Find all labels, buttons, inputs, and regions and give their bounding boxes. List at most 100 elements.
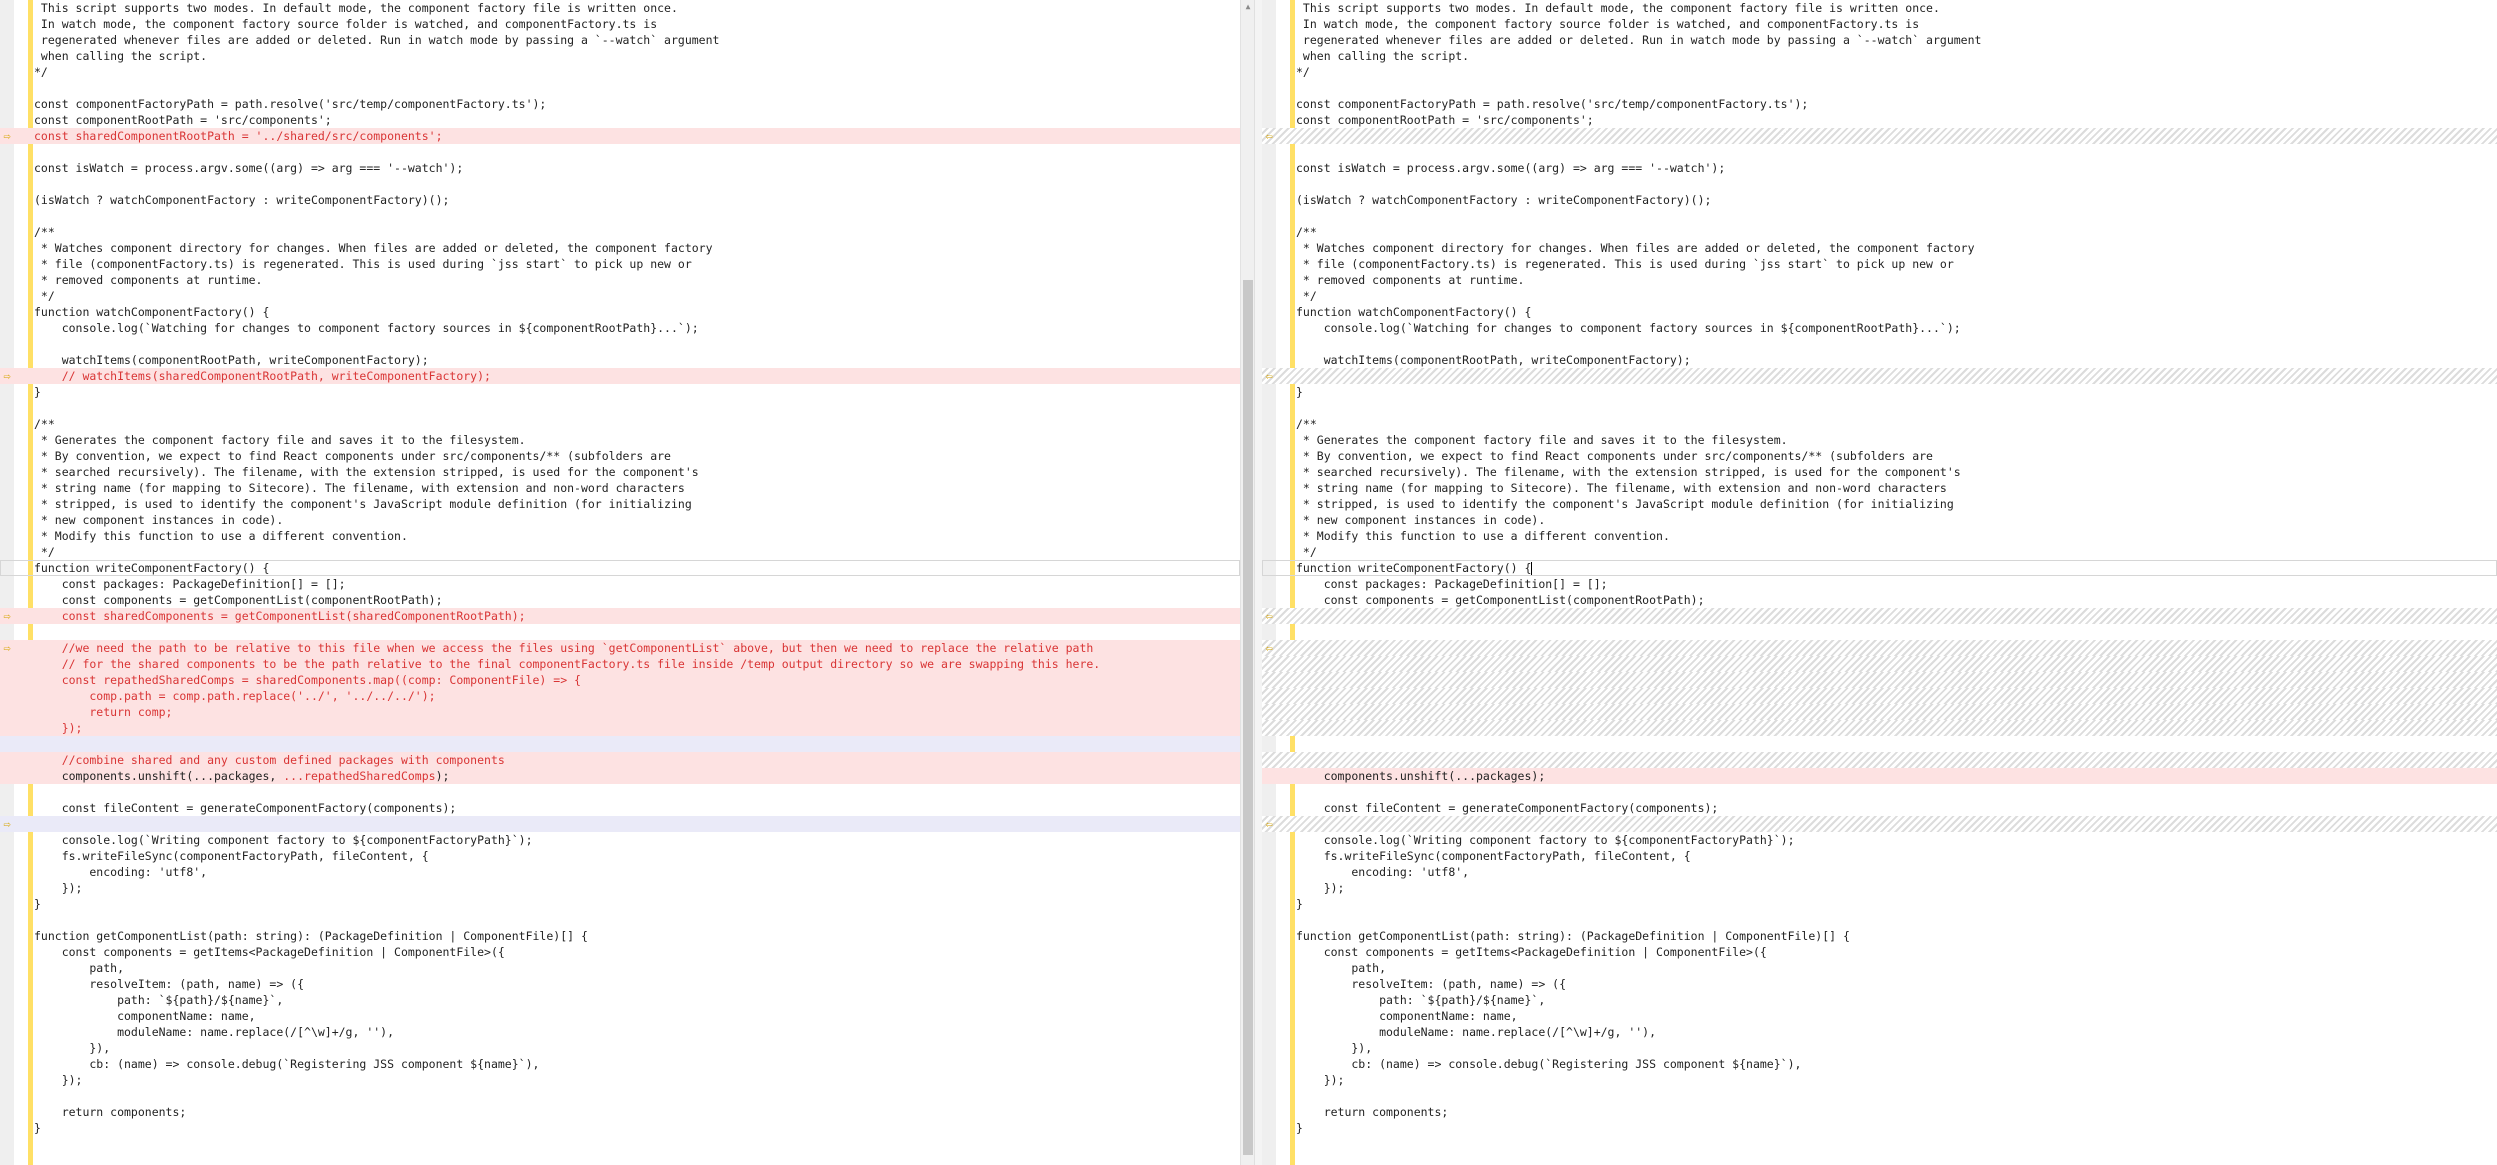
code-line[interactable]: encoding: 'utf8', (0, 864, 1240, 880)
code-line[interactable]: * searched recursively). The filename, w… (0, 464, 1240, 480)
code-line[interactable]: (isWatch ? watchComponentFactory : write… (0, 192, 1240, 208)
code-line[interactable]: function getComponentList(path: string):… (0, 928, 1240, 944)
code-line[interactable]: const componentFactoryPath = path.resolv… (1262, 96, 2497, 112)
code-line[interactable]: }); (1262, 880, 2497, 896)
code-line[interactable] (0, 144, 1240, 160)
code-line[interactable]: ⇦ (1262, 128, 2497, 144)
code-line[interactable]: ⇦ (1262, 816, 2497, 832)
code-line[interactable] (1262, 144, 2497, 160)
code-line[interactable]: * file (componentFactory.ts) is regenera… (0, 256, 1240, 272)
code-line[interactable]: * string name (for mapping to Sitecore).… (0, 480, 1240, 496)
code-line[interactable] (1262, 688, 2497, 704)
code-line[interactable]: * Modify this function to use a differen… (1262, 528, 2497, 544)
code-line[interactable]: ⇨ (0, 816, 1240, 832)
code-line[interactable]: /** (1262, 224, 2497, 240)
left-diff-pane[interactable]: This script supports two modes. In defau… (0, 0, 1240, 1165)
code-line[interactable]: function getComponentList(path: string):… (1262, 928, 2497, 944)
code-line[interactable]: const isWatch = process.argv.some((arg) … (1262, 160, 2497, 176)
code-line[interactable]: componentName: name, (1262, 1008, 2497, 1024)
copy-left-arrow-icon[interactable]: ⇦ (1263, 130, 1275, 142)
code-line[interactable]: }); (0, 880, 1240, 896)
code-line[interactable]: ⇨ const sharedComponents = getComponentL… (0, 608, 1240, 624)
code-line[interactable]: console.log(`Writing component factory t… (0, 832, 1240, 848)
code-line[interactable]: * Watches component directory for change… (1262, 240, 2497, 256)
code-line[interactable] (0, 208, 1240, 224)
code-line[interactable]: const components = getItems<PackageDefin… (1262, 944, 2497, 960)
code-line[interactable]: function writeComponentFactory() { (1262, 560, 2497, 576)
code-line[interactable]: ⇦ (1262, 608, 2497, 624)
code-line[interactable]: * file (componentFactory.ts) is regenera… (1262, 256, 2497, 272)
code-line[interactable]: In watch mode, the component factory sou… (0, 16, 1240, 32)
code-line[interactable]: This script supports two modes. In defau… (0, 0, 1240, 16)
right-diff-pane[interactable]: This script supports two modes. In defau… (1262, 0, 2497, 1165)
code-line[interactable]: * string name (for mapping to Sitecore).… (1262, 480, 2497, 496)
code-line[interactable]: */ (1262, 544, 2497, 560)
code-line[interactable] (0, 784, 1240, 800)
code-line[interactable]: moduleName: name.replace(/[^\w]+/g, ''), (1262, 1024, 2497, 1040)
code-line[interactable]: console.log(`Watching for changes to com… (0, 320, 1240, 336)
code-line[interactable]: encoding: 'utf8', (1262, 864, 2497, 880)
code-line[interactable]: function writeComponentFactory() { (0, 560, 1240, 576)
code-line[interactable] (1262, 624, 2497, 640)
code-line[interactable]: const repathedSharedComps = sharedCompon… (0, 672, 1240, 688)
code-line[interactable]: components.unshift(...packages); (1262, 768, 2497, 784)
copy-right-arrow-icon[interactable]: ⇨ (1, 818, 13, 830)
code-line[interactable]: const components = getItems<PackageDefin… (0, 944, 1240, 960)
code-line[interactable]: cb: (name) => console.debug(`Registering… (0, 1056, 1240, 1072)
code-line[interactable] (0, 624, 1240, 640)
code-line[interactable]: console.log(`Writing component factory t… (1262, 832, 2497, 848)
code-line[interactable]: */ (1262, 64, 2497, 80)
code-line[interactable]: }), (1262, 1040, 2497, 1056)
code-line[interactable]: const fileContent = generateComponentFac… (1262, 800, 2497, 816)
code-line[interactable]: */ (0, 288, 1240, 304)
code-line[interactable] (0, 400, 1240, 416)
code-line[interactable]: * By convention, we expect to find React… (0, 448, 1240, 464)
code-line[interactable]: path, (1262, 960, 2497, 976)
code-line[interactable]: */ (0, 544, 1240, 560)
code-line[interactable]: const componentFactoryPath = path.resolv… (0, 96, 1240, 112)
code-line[interactable]: ⇨ const sharedComponentRootPath = '../sha… (0, 128, 1240, 144)
scrollbar-thumb[interactable] (1243, 280, 1253, 1155)
code-line[interactable] (1262, 336, 2497, 352)
copy-left-arrow-icon[interactable]: ⇦ (1263, 370, 1275, 382)
code-line[interactable]: path, (0, 960, 1240, 976)
code-line[interactable] (0, 80, 1240, 96)
code-line[interactable]: cb: (name) => console.debug(`Registering… (1262, 1056, 2497, 1072)
code-line[interactable]: }); (0, 1072, 1240, 1088)
code-line[interactable]: * Modify this function to use a differen… (0, 528, 1240, 544)
code-line[interactable] (1262, 720, 2497, 736)
code-line[interactable]: const componentRootPath = 'src/component… (0, 112, 1240, 128)
code-line[interactable] (1262, 672, 2497, 688)
code-line[interactable] (0, 1088, 1240, 1104)
code-line[interactable]: fs.writeFileSync(componentFactoryPath, f… (1262, 848, 2497, 864)
code-line[interactable]: function watchComponentFactory() { (0, 304, 1240, 320)
code-line[interactable]: }); (1262, 1072, 2497, 1088)
code-line[interactable]: path: `${path}/${name}`, (1262, 992, 2497, 1008)
code-line[interactable]: ⇨ // watchItems(sharedComponentRootPath,… (0, 368, 1240, 384)
code-line[interactable] (0, 736, 1240, 752)
code-line[interactable]: } (1262, 896, 2497, 912)
code-line[interactable]: const componentRootPath = 'src/component… (1262, 112, 2497, 128)
code-line[interactable] (1262, 656, 2497, 672)
code-line[interactable]: //combine shared and any custom defined … (0, 752, 1240, 768)
code-line[interactable]: * removed components at runtime. (0, 272, 1240, 288)
code-line[interactable] (1262, 176, 2497, 192)
copy-right-arrow-icon[interactable]: ⇨ (1, 130, 13, 142)
code-line[interactable]: }), (0, 1040, 1240, 1056)
copy-left-arrow-icon[interactable]: ⇦ (1263, 642, 1275, 654)
code-line[interactable]: }); (0, 720, 1240, 736)
code-line[interactable]: * searched recursively). The filename, w… (1262, 464, 2497, 480)
code-line[interactable]: const fileContent = generateComponentFac… (0, 800, 1240, 816)
code-line[interactable]: resolveItem: (path, name) => ({ (1262, 976, 2497, 992)
code-line[interactable]: comp.path = comp.path.replace('../', '..… (0, 688, 1240, 704)
code-line[interactable]: * new component instances in code). (1262, 512, 2497, 528)
code-line[interactable]: moduleName: name.replace(/[^\w]+/g, ''), (0, 1024, 1240, 1040)
code-line[interactable]: * By convention, we expect to find React… (1262, 448, 2497, 464)
left-vertical-scrollbar[interactable]: ▲ (1240, 0, 1255, 1165)
code-line[interactable] (1262, 1088, 2497, 1104)
code-line[interactable]: ⇦ (1262, 368, 2497, 384)
code-line[interactable]: ⇨ //we need the path to be relative to t… (0, 640, 1240, 656)
code-line[interactable]: /** (1262, 416, 2497, 432)
copy-right-arrow-icon[interactable]: ⇨ (1, 370, 13, 382)
code-line[interactable]: const isWatch = process.argv.some((arg) … (0, 160, 1240, 176)
